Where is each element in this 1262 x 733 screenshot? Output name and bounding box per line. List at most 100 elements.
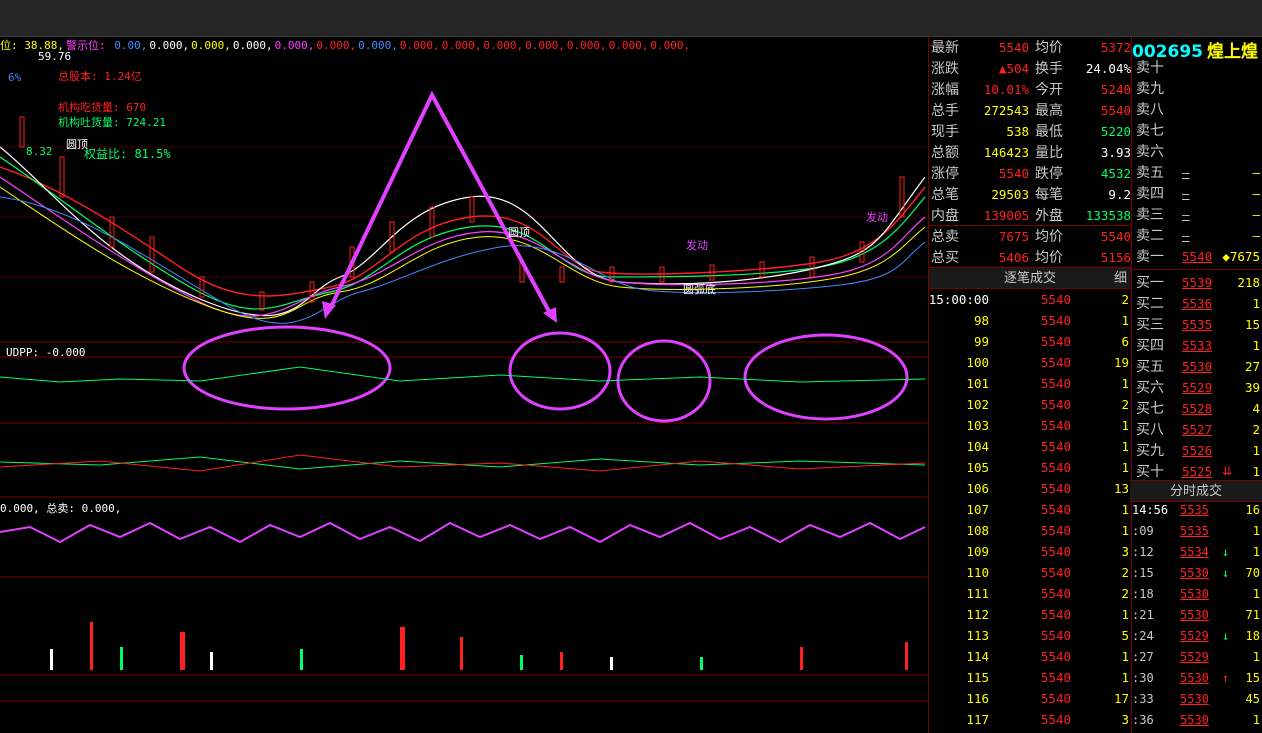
- minute-tick-price: 5530: [1180, 587, 1209, 601]
- down-arrow-icon: ⇊: [1222, 464, 1233, 478]
- minute-tick-price: 5535: [1180, 524, 1209, 538]
- minute-tick-time: :36: [1132, 713, 1154, 727]
- order-level-volume: –: [1252, 228, 1260, 243]
- quote-value: 5406: [998, 250, 1029, 265]
- order-level-price: –: [1182, 207, 1190, 222]
- minute-tick-time: :21: [1132, 608, 1154, 622]
- order-book-panel: 002695 煌上煌 卖十 卖九 卖八 卖七 卖六 卖五 – – 卖四 – – 卖三 – – 卖二 – – 卖一 55…: [1130, 37, 1262, 733]
- order-level-price: –: [1182, 228, 1190, 243]
- order-book-sell-row[interactable]: 卖六: [1130, 141, 1262, 162]
- tick-time: 110: [966, 565, 989, 580]
- tick-time: 104: [966, 439, 989, 454]
- quote-key: 量比: [1035, 144, 1063, 160]
- quote-key: 涨幅: [931, 81, 959, 97]
- order-book-buy-row[interactable]: 买二 5536 1: [1130, 293, 1262, 314]
- order-book-sell-row[interactable]: 卖二 – –: [1130, 225, 1262, 246]
- tick-row: 111 5540 2: [929, 583, 1131, 604]
- sell-total-label: 0.000, 总卖: 0.000,: [0, 502, 122, 515]
- order-book-buy-row[interactable]: 买七 5528 4: [1130, 398, 1262, 419]
- order-book-sell-row[interactable]: 卖四 – –: [1130, 183, 1262, 204]
- minute-tick-price: 5529: [1180, 629, 1209, 643]
- order-book-buy-row[interactable]: 买八 5527 2: [1130, 419, 1262, 440]
- minute-tick-time: 14:56: [1132, 503, 1169, 517]
- order-book-buy-row[interactable]: 买四 5533 1: [1130, 335, 1262, 356]
- order-level-price: 5525: [1182, 464, 1213, 479]
- quote-key: 均价: [1035, 228, 1063, 244]
- order-book-buy-row[interactable]: 买三 5535 15: [1130, 314, 1262, 335]
- tick-price: 5540: [1040, 439, 1071, 454]
- tick-volume: 2: [1121, 586, 1129, 601]
- order-level-label: 卖一: [1136, 248, 1164, 264]
- tick-volume: 3: [1121, 544, 1129, 559]
- tick-price: 5540: [1040, 481, 1071, 496]
- down-arrow-icon: ↓: [1222, 629, 1230, 643]
- minute-ticks-header[interactable]: 分时成交: [1130, 480, 1262, 502]
- order-book-buy-row[interactable]: 买六 5529 39: [1130, 377, 1262, 398]
- minute-tick-price: 5535: [1180, 503, 1209, 517]
- ticks-header[interactable]: 逐笔成交 细: [929, 267, 1131, 289]
- udpp-label: UDPP: -0.000: [6, 346, 86, 359]
- quote-value: 146423: [983, 145, 1029, 160]
- tick-row: 106 5540 13: [929, 478, 1131, 499]
- order-level-price: 5533: [1182, 338, 1213, 353]
- quote-key: 每笔: [1035, 186, 1063, 202]
- order-level-volume: 1: [1252, 443, 1260, 458]
- order-level-volume: 2: [1252, 422, 1260, 437]
- down-arrow-icon: ↓: [1222, 545, 1230, 559]
- order-book-sell-row[interactable]: 卖八: [1130, 99, 1262, 120]
- minute-tick-row: :12 5534 ↓ 1: [1130, 542, 1262, 563]
- minute-tick-time: :30: [1132, 671, 1154, 685]
- order-book-buy-row[interactable]: 买十 5525 ⇊ 1: [1130, 461, 1262, 482]
- minute-tick-price: 5530: [1180, 566, 1209, 580]
- quote-key: 最新: [931, 39, 959, 55]
- order-level-label: 买九: [1136, 442, 1164, 458]
- order-book-sell-row[interactable]: 卖七: [1130, 120, 1262, 141]
- order-level-price: 5528: [1182, 401, 1213, 416]
- order-book-buy-row[interactable]: 买一 5539 218: [1130, 272, 1262, 293]
- quote-key: 内盘: [931, 207, 959, 223]
- tick-row: 100 5540 19: [929, 352, 1131, 373]
- tick-time: 114: [966, 649, 989, 664]
- quote-key: 总手: [931, 102, 959, 118]
- order-level-label: 卖二: [1136, 227, 1164, 243]
- kline-chart-area[interactable]: 位: 38.88, 警示位: 0.00, 0.000, 0.000, 0.000, 0.0…: [0, 37, 928, 733]
- order-level-label: 卖六: [1136, 143, 1164, 159]
- tick-volume: 13: [1113, 481, 1129, 496]
- tick-time: 103: [966, 418, 989, 433]
- order-level-price: 5535: [1182, 317, 1213, 332]
- tick-time: 109: [966, 544, 989, 559]
- order-level-label: 买二: [1136, 295, 1164, 311]
- round-top-label: 圆顶: [66, 138, 88, 151]
- ticks-detail-button[interactable]: 细: [1114, 268, 1127, 288]
- top-toolbar: [0, 0, 1262, 37]
- order-level-price: 5527: [1182, 422, 1213, 437]
- order-book-buy-row[interactable]: 买五 5530 27: [1130, 356, 1262, 377]
- minute-tick-volume: 1: [1252, 713, 1260, 727]
- order-book-sell-row[interactable]: 卖五 – –: [1130, 162, 1262, 183]
- order-book-sell-row[interactable]: 卖十: [1130, 57, 1262, 78]
- quote-value: 5540: [998, 166, 1029, 181]
- minute-tick-volume: 1: [1252, 524, 1260, 538]
- tick-time: 116: [966, 691, 989, 706]
- minute-tick-row: :18 5530 1: [1130, 584, 1262, 605]
- minute-tick-volume: 1: [1252, 650, 1260, 664]
- quote-value: 4532: [1100, 166, 1131, 181]
- tick-price: 5540: [1040, 502, 1071, 517]
- minute-tick-time: :12: [1132, 545, 1154, 559]
- tick-price: 5540: [1040, 586, 1071, 601]
- order-book-sell-row[interactable]: 卖一 5540 ◆7675: [1130, 246, 1262, 267]
- tick-price: 5540: [1040, 691, 1071, 706]
- quote-value: 5372: [1100, 40, 1131, 55]
- quote-value: 9.2: [1108, 187, 1131, 202]
- order-book-sell-row[interactable]: 卖九: [1130, 78, 1262, 99]
- order-level-volume: 218: [1237, 275, 1260, 290]
- tick-price: 5540: [1040, 565, 1071, 580]
- order-book-buy-row[interactable]: 买九 5526 1: [1130, 440, 1262, 461]
- minute-ticks-header-label: 分时成交: [1169, 483, 1222, 498]
- tick-row: 101 5540 1: [929, 373, 1131, 394]
- tick-time: 105: [966, 460, 989, 475]
- minute-tick-time: :18: [1132, 587, 1154, 601]
- trend-up-label: 发动: [686, 239, 708, 252]
- order-book-sell-row[interactable]: 卖三 – –: [1130, 204, 1262, 225]
- minute-tick-price: 5530: [1180, 608, 1209, 622]
